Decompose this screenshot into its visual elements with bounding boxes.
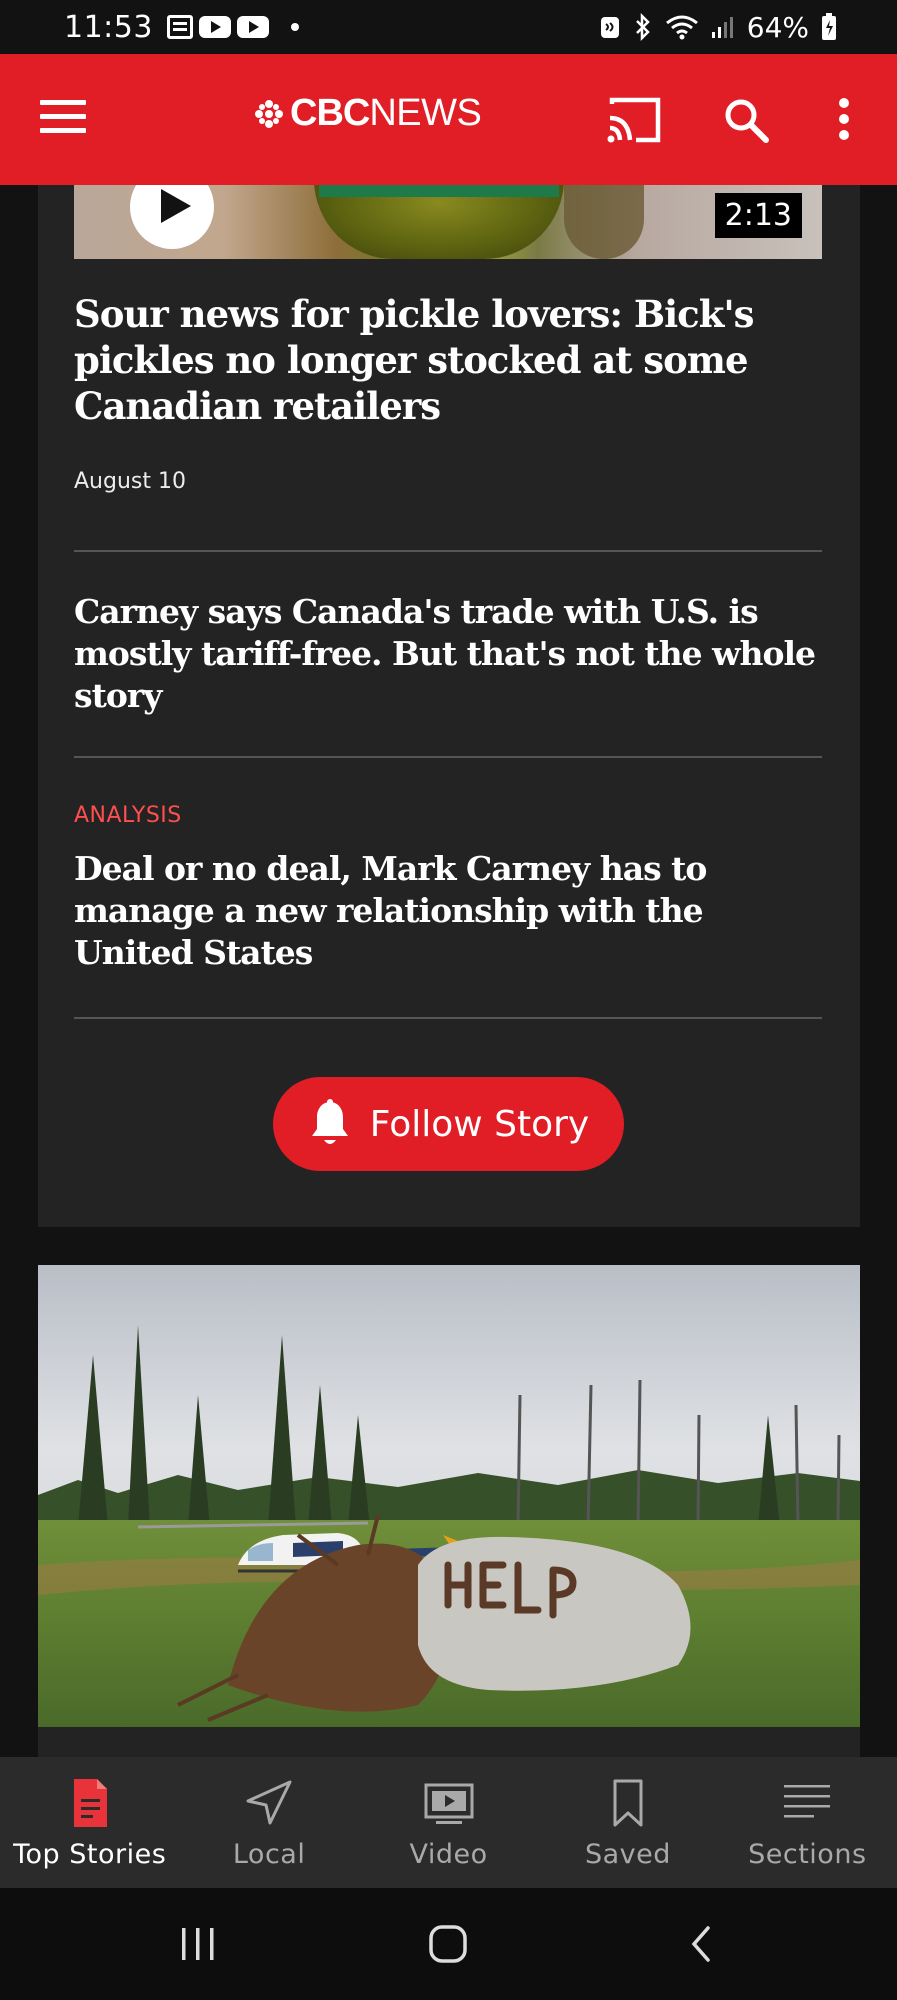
document-icon (73, 1779, 107, 1827)
wifi-icon (665, 15, 698, 40)
video-duration: 2:13 (714, 193, 802, 238)
divider (74, 550, 822, 552)
nav-label: Top Stories (13, 1839, 167, 1870)
story-title[interactable]: Carney says Canada's trade with U.S. is … (74, 591, 822, 717)
battery-icon (822, 13, 836, 40)
system-status-icons: 64% (599, 11, 837, 44)
nav-video[interactable]: Video (359, 1757, 538, 1888)
nav-sections[interactable]: Sections (718, 1757, 897, 1888)
story-item[interactable]: Carney says Canada's trade with U.S. is … (74, 591, 822, 717)
video-icon (424, 1783, 474, 1824)
story-date: August 10 (74, 469, 186, 494)
location-arrow-icon (246, 1780, 292, 1825)
back-icon[interactable] (686, 1924, 716, 1964)
battery-text: 64% (746, 10, 809, 44)
dot-icon (290, 23, 299, 31)
status-time: 11:53 (64, 9, 153, 45)
status-bar: 11:53 64% (0, 0, 897, 54)
bell-icon (311, 1099, 348, 1144)
youtube-icon (236, 16, 269, 38)
signal-icon (711, 17, 733, 38)
bluetooth-icon (635, 13, 650, 41)
menu-icon[interactable] (40, 100, 86, 136)
notification-icons (166, 15, 299, 39)
cbc-gem-icon (255, 99, 283, 128)
nav-local[interactable]: Local (179, 1757, 358, 1888)
analysis-label: ANALYSIS (74, 803, 182, 828)
search-icon[interactable] (722, 96, 770, 144)
story-image-card[interactable] (38, 1265, 860, 1760)
nav-label: Local (232, 1839, 306, 1870)
follow-story-button[interactable]: Follow Story (273, 1077, 624, 1171)
home-icon[interactable] (428, 1924, 468, 1964)
story-title[interactable]: Deal or no deal, Mark Carney has to mana… (74, 848, 822, 974)
nfc-icon (600, 17, 619, 38)
system-navigation (0, 1888, 897, 2000)
story-item[interactable]: ANALYSIS Deal or no deal, Mark Carney ha… (74, 803, 822, 974)
cast-icon[interactable] (606, 96, 662, 144)
nav-saved[interactable]: Saved (538, 1757, 717, 1888)
nav-label: Video (409, 1839, 488, 1870)
divider (74, 1017, 822, 1019)
bottom-navigation: Top Stories Local Video Saved Sections (0, 1757, 897, 1888)
video-thumbnail[interactable]: 2:13 (74, 185, 822, 259)
story-item[interactable]: Sour news for pickle lovers: Bick's pick… (74, 291, 822, 494)
brand-news: NEWS (369, 92, 482, 134)
follow-story-label: Follow Story (369, 1103, 590, 1145)
story-photo[interactable] (38, 1265, 860, 1727)
recents-icon[interactable] (178, 1924, 218, 1964)
app-bar: CBC NEWS (0, 54, 897, 185)
story-title[interactable]: Sour news for pickle lovers: Bick's pick… (74, 291, 822, 429)
divider (74, 756, 822, 758)
cbc-news-logo: CBC NEWS (254, 92, 482, 135)
nav-top-stories[interactable]: Top Stories (0, 1757, 179, 1888)
bookmark-icon (613, 1779, 643, 1827)
youtube-icon (198, 16, 231, 38)
nav-label: Saved (584, 1839, 671, 1870)
sections-icon (784, 1785, 831, 1818)
brand-cbc: CBC (290, 92, 370, 134)
nav-label: Sections (748, 1839, 867, 1870)
play-icon[interactable] (130, 185, 214, 249)
story-card: 2:13 Sour news for pickle lovers: Bick's… (38, 185, 860, 1227)
more-vertical-icon[interactable] (834, 98, 854, 142)
calendar-icon (166, 15, 193, 39)
